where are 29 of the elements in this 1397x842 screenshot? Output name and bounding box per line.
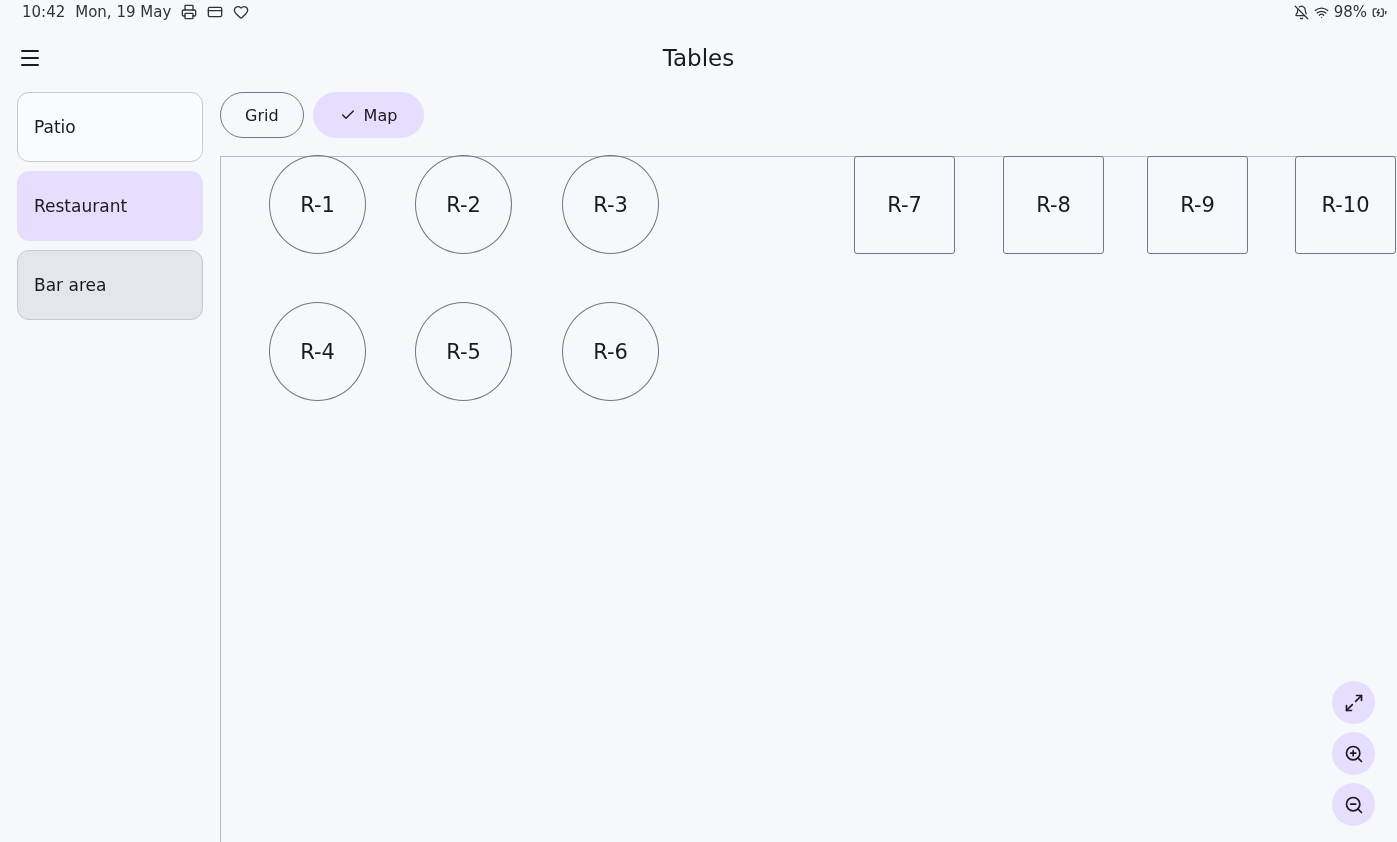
area-item[interactable]: Patio <box>17 92 203 162</box>
table-node[interactable]: R-9 <box>1147 156 1248 254</box>
zoom-out-button[interactable] <box>1332 783 1375 826</box>
zoom-in-icon <box>1343 743 1364 764</box>
printer-icon <box>181 4 198 20</box>
fit-screen-button[interactable] <box>1332 681 1375 724</box>
zoom-out-icon <box>1343 794 1364 815</box>
table-node[interactable]: R-4 <box>269 302 366 401</box>
area-item[interactable]: Bar area <box>17 250 203 320</box>
table-node[interactable]: R-8 <box>1003 156 1104 254</box>
card-icon <box>207 4 224 20</box>
table-node[interactable]: R-10 <box>1295 156 1396 254</box>
battery-level: 98% <box>1333 3 1367 21</box>
view-chip[interactable]: Map <box>312 92 425 138</box>
table-node[interactable]: R-7 <box>854 156 955 254</box>
heart-icon <box>233 4 250 20</box>
status-time: 10:42 <box>22 3 66 21</box>
mute-icon <box>1293 4 1309 20</box>
expand-icon <box>1343 692 1364 713</box>
status-date: Mon, 19 May <box>75 3 172 21</box>
page-title: Tables <box>662 45 735 71</box>
wifi-icon <box>1313 4 1329 20</box>
zoom-in-button[interactable] <box>1332 732 1375 775</box>
table-node[interactable]: R-1 <box>269 155 366 254</box>
table-node[interactable]: R-2 <box>415 155 512 254</box>
area-item[interactable]: Restaurant <box>17 171 203 241</box>
table-node[interactable]: R-5 <box>415 302 512 401</box>
table-node[interactable]: R-6 <box>562 302 659 401</box>
table-node[interactable]: R-3 <box>562 155 659 254</box>
